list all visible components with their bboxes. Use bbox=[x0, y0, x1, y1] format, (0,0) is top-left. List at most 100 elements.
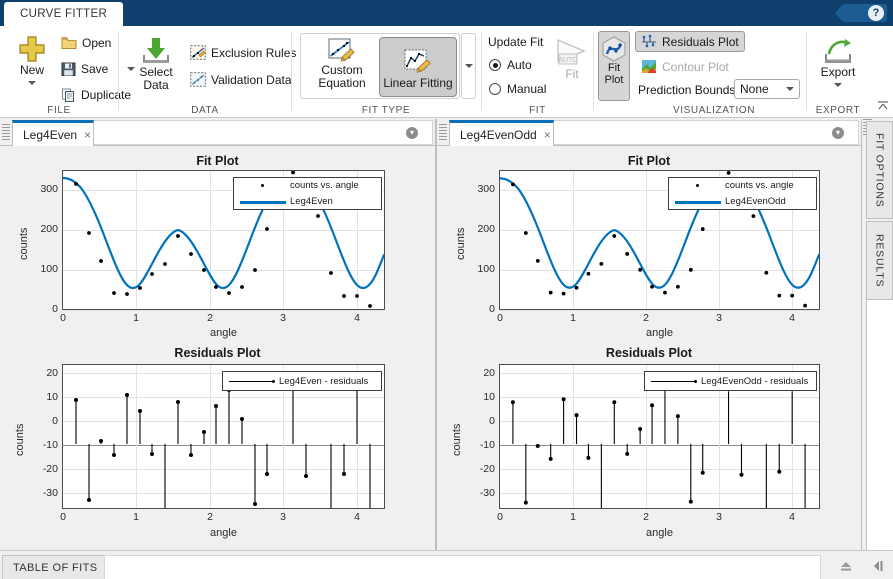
help-button[interactable]: ? bbox=[835, 4, 887, 22]
curve-fitter-window: CURVE FITTER ? New Open Save Duplicate F… bbox=[0, 0, 893, 579]
legend-marker-dot-icon bbox=[669, 178, 725, 194]
side-tab-fit-options-label: FIT OPTIONS bbox=[873, 132, 886, 208]
linear-fitting-button[interactable]: Linear Fitting bbox=[379, 37, 457, 97]
residuals-legend-right[interactable]: Leg4EvenOdd - residuals bbox=[644, 371, 817, 391]
open-button-label: Open bbox=[82, 36, 112, 50]
right-sidedock: FIT OPTIONS RESULTS bbox=[861, 119, 893, 550]
fit-plot-label-line1: Fit bbox=[607, 62, 621, 74]
legend-label-fit-left: Leg4Even bbox=[290, 195, 333, 207]
contour-plot-label: Contour Plot bbox=[662, 59, 729, 74]
new-button-label: New bbox=[19, 63, 44, 77]
select-data-label-line2: Data bbox=[143, 77, 169, 92]
select-data-button[interactable]: Select Data bbox=[127, 36, 185, 91]
fit-plot-toggle-button[interactable]: Fit Plot bbox=[598, 31, 630, 101]
svg-text:AUTO: AUTO bbox=[558, 57, 578, 64]
fit-plot-legend-left[interactable]: counts vs. angle Leg4Even bbox=[233, 177, 382, 210]
folder-open-icon bbox=[61, 37, 77, 49]
ribbon-group-data: Select Data Exclusion Rules Validation D… bbox=[119, 26, 296, 118]
res-xtick-2-right: 2 bbox=[643, 511, 649, 523]
res-ylabel-right: counts bbox=[451, 423, 463, 456]
radio-manual-label: Manual bbox=[507, 82, 547, 96]
collapse-panel-icon[interactable] bbox=[871, 559, 887, 573]
legend-marker-dot-icon bbox=[234, 178, 290, 194]
document-tabbar-rest-left bbox=[94, 120, 433, 145]
res-ytick-10-right: 10 bbox=[483, 391, 495, 403]
residuals-plot-axes-right[interactable]: Leg4EvenOdd - residuals bbox=[499, 364, 820, 509]
residuals-plot-axes-left[interactable]: Leg4Even - residuals bbox=[62, 364, 385, 509]
close-icon[interactable]: × bbox=[544, 128, 551, 142]
tabbar-gripper-right[interactable] bbox=[439, 124, 447, 140]
export-caret-icon[interactable] bbox=[834, 82, 842, 87]
legend-row-residuals-left: Leg4Even - residuals bbox=[223, 372, 381, 390]
table-of-fits-tab[interactable]: TABLE OF FITS bbox=[2, 555, 109, 579]
new-button[interactable]: New bbox=[6, 34, 58, 85]
maximize-panel-icon[interactable] bbox=[839, 560, 853, 572]
duplicate-icon bbox=[62, 88, 74, 102]
radio-auto[interactable]: Auto bbox=[489, 58, 532, 72]
tab-overflow-icon[interactable]: ▾ bbox=[832, 127, 844, 139]
fit-plot-axes-right[interactable]: counts vs. angle Leg4EvenOdd bbox=[499, 170, 820, 311]
res-xtick-1-right: 1 bbox=[570, 511, 576, 523]
fit-plot-label-line2: Plot bbox=[604, 74, 624, 86]
fit-button-label: Fit bbox=[565, 67, 579, 81]
fit-play-icon: AUTO bbox=[557, 39, 586, 65]
legend-line-swatch bbox=[669, 194, 725, 210]
status-bar-rest bbox=[104, 555, 821, 579]
res-ytick-20-left: 20 bbox=[46, 367, 58, 379]
side-tab-results[interactable]: RESULTS bbox=[866, 221, 893, 300]
residuals-legend-left[interactable]: Leg4Even - residuals bbox=[222, 371, 382, 391]
ribbon-group-fit: Update Fit Auto Manual AUTO Fit FIT bbox=[482, 26, 593, 118]
new-caret-icon[interactable] bbox=[28, 80, 36, 85]
radio-manual[interactable]: Manual bbox=[489, 82, 546, 96]
res-ylabel-left: counts bbox=[14, 423, 26, 456]
custom-equation-icon bbox=[328, 38, 355, 62]
fit-type-gallery-expand-button[interactable] bbox=[461, 33, 476, 99]
help-arrow-shape bbox=[835, 4, 843, 22]
legend-row-points-left: counts vs. angle bbox=[234, 178, 381, 194]
res-xtick-1-left: 1 bbox=[133, 511, 139, 523]
document-tab-leg4evenodd[interactable]: Leg4EvenOdd × bbox=[449, 120, 554, 146]
fit-plot-right: Fit Plot counts vs. angle Leg4EvenOdd 0 … bbox=[437, 146, 861, 342]
document-tab-leg4even[interactable]: Leg4Even × bbox=[12, 120, 94, 146]
ribbon-group-fit-type: Custom Equation Linear Fitting FIT TYPE bbox=[292, 26, 480, 118]
select-data-download-icon bbox=[143, 38, 169, 63]
fit-plot-title-left: Fit Plot bbox=[196, 154, 239, 168]
side-tab-fit-options[interactable]: FIT OPTIONS bbox=[866, 121, 893, 219]
exclusion-rules-button[interactable]: Exclusion Rules bbox=[187, 44, 299, 61]
fit-plot-title-right: Fit Plot bbox=[627, 154, 671, 168]
fit-xtick-1-right: 1 bbox=[570, 312, 576, 324]
res-xtick-2-left: 2 bbox=[207, 511, 213, 523]
fit-plot-axes-left[interactable]: counts vs. angle Leg4Even bbox=[62, 170, 385, 311]
legend-row-fit-right: Leg4EvenOdd bbox=[669, 194, 816, 210]
document-tabbar-rest-right bbox=[554, 120, 859, 145]
gallery-expand-caret-icon bbox=[464, 64, 473, 68]
fit-ylabel-left: counts bbox=[18, 227, 30, 260]
fit-ytick-100-left: 100 bbox=[40, 263, 58, 275]
open-button[interactable]: Open bbox=[58, 35, 114, 51]
close-icon[interactable]: × bbox=[84, 128, 91, 142]
fit-ylabel-right: counts bbox=[455, 227, 467, 260]
app-tab-curve-fitter[interactable]: CURVE FITTER bbox=[4, 2, 124, 26]
tabbar-gripper-left[interactable] bbox=[2, 124, 10, 140]
floppy-save-icon bbox=[61, 62, 76, 76]
residuals-plot-title-right: Residuals Plot bbox=[605, 346, 693, 360]
table-of-fits-label: TABLE OF FITS bbox=[13, 561, 98, 574]
ribbon-collapse-icon[interactable] bbox=[876, 99, 890, 113]
radio-auto-label: Auto bbox=[507, 58, 532, 72]
fit-button[interactable]: AUTO Fit bbox=[552, 38, 592, 81]
export-button[interactable]: Export bbox=[811, 38, 865, 87]
new-plus-icon bbox=[19, 36, 45, 62]
export-arrow-icon bbox=[825, 39, 851, 63]
res-xtick-3-left: 3 bbox=[280, 511, 286, 523]
fit-xtick-4-left: 4 bbox=[354, 312, 360, 324]
prediction-bounds-select[interactable]: None bbox=[734, 79, 800, 99]
custom-equation-button[interactable]: Custom Equation bbox=[309, 38, 375, 89]
legend-row-fit-left: Leg4Even bbox=[234, 194, 381, 210]
validation-data-button[interactable]: Validation Data bbox=[187, 71, 295, 88]
residuals-plot-toggle-button[interactable]: Residuals Plot bbox=[635, 31, 745, 52]
fit-plot-legend-right[interactable]: counts vs. angle Leg4EvenOdd bbox=[668, 177, 817, 210]
prediction-bounds-caret-icon bbox=[786, 87, 794, 91]
tab-overflow-icon[interactable]: ▾ bbox=[406, 127, 418, 139]
fit-ytick-300-left: 300 bbox=[40, 183, 58, 195]
document-panel-leg4even: Fit Plot counts vs. angle Leg4Even 0 100… bbox=[0, 146, 435, 550]
